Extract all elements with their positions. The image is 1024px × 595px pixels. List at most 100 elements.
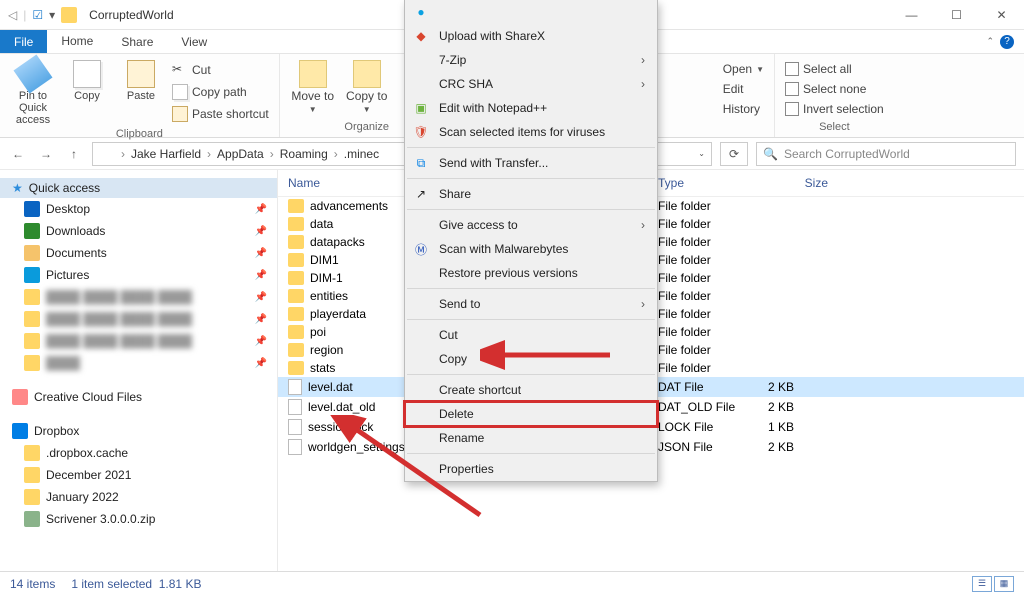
back-qat-icon[interactable]: ◁ (8, 8, 17, 22)
cm-scan-viruses[interactable]: 🛡Scan selected items for viruses (405, 120, 657, 144)
cm-partial-top[interactable]: ● (405, 0, 657, 24)
maximize-button[interactable]: ☐ (934, 0, 979, 30)
dropbox-cache[interactable]: .dropbox.cache (0, 442, 277, 464)
chevron-down-icon[interactable]: ⌄ (698, 149, 705, 158)
cm-malwarebytes[interactable]: ⓂScan with Malwarebytes (405, 237, 657, 261)
details-view-button[interactable]: ☰ (972, 576, 992, 592)
chevron-right-icon: › (641, 218, 645, 232)
back-button[interactable]: ← (8, 147, 28, 161)
folder-icon (24, 489, 40, 505)
copy-button[interactable]: Copy (62, 58, 112, 104)
pin-icon: 📌 (255, 358, 267, 369)
pin-icon: 📌 (255, 336, 267, 347)
tab-file[interactable]: File (0, 30, 47, 53)
cm-rename[interactable]: Rename (405, 426, 657, 450)
minimize-button[interactable]: — (889, 0, 934, 30)
folder-icon (24, 333, 40, 349)
nav-blurred-item[interactable]: ████ ████ ████ ████📌 (0, 308, 277, 330)
copy-path-button[interactable]: Copy path (170, 82, 271, 102)
folder-icon (24, 223, 40, 239)
invert-selection-button[interactable]: Invert selection (783, 100, 886, 118)
clipboard-group-label: Clipboard (116, 128, 163, 140)
nav-blurred-item[interactable]: ████📌 (0, 352, 277, 374)
paste-button[interactable]: Paste (116, 58, 166, 104)
chevron-right-icon: › (641, 297, 645, 311)
cm-upload-sharex[interactable]: ◆Upload with ShareX (405, 24, 657, 48)
refresh-button[interactable]: ⟳ (720, 142, 748, 166)
scissors-icon (172, 62, 188, 78)
separator (407, 209, 655, 210)
separator (407, 453, 655, 454)
copy-to-button[interactable]: Copy to ▼ (342, 58, 392, 117)
file-icon (288, 399, 302, 415)
folder-icon (24, 467, 40, 483)
tab-view[interactable]: View (167, 30, 221, 53)
nav-pictures[interactable]: Pictures📌 (0, 264, 277, 286)
paste-icon (127, 60, 155, 88)
select-none-button[interactable]: Select none (783, 80, 886, 98)
help-icon[interactable]: ? (1000, 35, 1014, 49)
cm-cut[interactable]: Cut (405, 323, 657, 347)
quick-access[interactable]: ★ Quick access (0, 178, 277, 198)
check-qat-icon[interactable]: ☑ (32, 8, 43, 22)
organize-group-label: Organize (344, 121, 389, 133)
cut-button[interactable]: Cut (170, 60, 271, 80)
open-button[interactable]: Open ▼ (721, 60, 766, 78)
close-button[interactable]: ✕ (979, 0, 1024, 30)
cm-give-access[interactable]: Give access to› (405, 213, 657, 237)
up-button[interactable]: ↑ (64, 147, 84, 161)
pin-to-quick-access-button[interactable]: Pin to Quick access (8, 58, 58, 128)
history-button[interactable]: History (721, 100, 766, 118)
cloud-icon (12, 389, 28, 405)
nav-desktop[interactable]: Desktop📌 (0, 198, 277, 220)
cm-delete[interactable]: Delete (405, 402, 657, 426)
nav-downloads[interactable]: Downloads📌 (0, 220, 277, 242)
cm-restore-versions[interactable]: Restore previous versions (405, 261, 657, 285)
window-title: CorruptedWorld (89, 8, 173, 22)
chevron-right-icon: › (641, 77, 645, 91)
pin-icon (14, 55, 53, 94)
tab-share[interactable]: Share (107, 30, 167, 53)
paste-shortcut-button[interactable]: Paste shortcut (170, 104, 271, 124)
january-2022[interactable]: January 2022 (0, 486, 277, 508)
move-to-button[interactable]: Move to ▼ (288, 58, 338, 117)
folder-icon (24, 289, 40, 305)
cm-properties[interactable]: Properties (405, 457, 657, 481)
cm-send-transfer[interactable]: ⧉Send with Transfer... (405, 151, 657, 175)
pin-icon: 📌 (255, 248, 267, 259)
chevron-right-icon: › (205, 147, 213, 161)
search-input[interactable]: 🔍 Search CorruptedWorld (756, 142, 1016, 166)
nav-blurred-item[interactable]: ████ ████ ████ ████📌 (0, 286, 277, 308)
nav-blurred-item[interactable]: ████ ████ ████ ████📌 (0, 330, 277, 352)
collapse-ribbon-icon[interactable]: ⌃ (986, 36, 994, 47)
dropbox[interactable]: Dropbox (0, 420, 277, 442)
dropbox-icon (12, 423, 28, 439)
select-all-button[interactable]: Select all (783, 60, 886, 78)
tab-home[interactable]: Home (47, 30, 107, 53)
creative-cloud-files[interactable]: Creative Cloud Files (0, 386, 277, 408)
pin-icon: 📌 (255, 292, 267, 303)
cm-crc-sha[interactable]: CRC SHA› (405, 72, 657, 96)
qat-more-icon[interactable]: ▾ (49, 8, 55, 22)
separator (407, 288, 655, 289)
december-2021[interactable]: December 2021 (0, 464, 277, 486)
cm-create-shortcut[interactable]: Create shortcut (405, 378, 657, 402)
nav-documents[interactable]: Documents📌 (0, 242, 277, 264)
skype-icon: ● (413, 4, 429, 20)
cm-7zip[interactable]: 7-Zip› (405, 48, 657, 72)
cm-notepadpp[interactable]: ▣Edit with Notepad++ (405, 96, 657, 120)
large-icons-view-button[interactable]: ▦ (994, 576, 1014, 592)
cm-copy[interactable]: Copy (405, 347, 657, 371)
invert-selection-icon (785, 102, 799, 116)
folder-icon (288, 289, 304, 303)
cm-share[interactable]: ↗Share (405, 182, 657, 206)
chevron-down-icon: ▼ (309, 105, 317, 114)
cm-send-to[interactable]: Send to› (405, 292, 657, 316)
pin-icon: 📌 (255, 226, 267, 237)
folder-icon (24, 445, 40, 461)
scrivener-zip[interactable]: Scrivener 3.0.0.0.zip (0, 508, 277, 530)
forward-button[interactable]: → (36, 147, 56, 161)
folder-icon (24, 245, 40, 261)
pin-icon: 📌 (255, 270, 267, 281)
edit-button[interactable]: Edit (721, 80, 766, 98)
